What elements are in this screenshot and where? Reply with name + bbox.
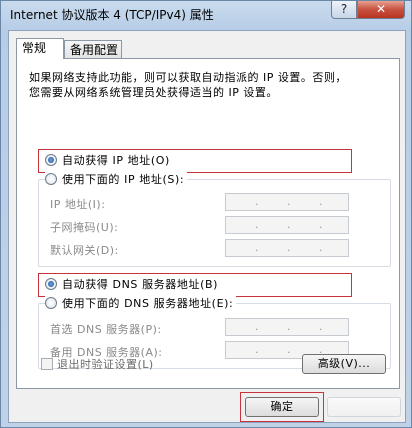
validate-on-exit-label: 退出时验证设置(L): [57, 358, 154, 371]
auto-ip-label: 自动获得 IP 地址(O): [62, 154, 170, 167]
cancel-button[interactable]: [327, 397, 401, 417]
description-line-2: 您需要从网络系统管理员处获得适当的 IP 设置。: [29, 86, 278, 99]
manual-dns-label: 使用下面的 DNS 服务器地址(E):: [62, 297, 234, 310]
dialog-window: Internet 协议版本 4 (TCP/IPv4) 属性 ? ✕ 常规 备用配…: [0, 0, 412, 428]
dialog-client-area: 常规 备用配置 如果网络支持此功能，则可以获取自动指派的 IP 设置。否则， 您…: [8, 30, 406, 423]
validate-on-exit-checkbox[interactable]: 退出时验证设置(L): [41, 356, 154, 372]
ip-address-label: IP 地址(I):: [50, 198, 106, 211]
subnet-mask-label: 子网掩码(U):: [50, 221, 119, 234]
preferred-dns-input[interactable]: ...: [225, 318, 349, 336]
advanced-button[interactable]: 高级(V)...: [302, 354, 386, 374]
description-line-1: 如果网络支持此功能，则可以获取自动指派的 IP 设置。否则，: [29, 71, 347, 84]
default-gateway-label: 默认网关(D):: [50, 244, 119, 257]
preferred-dns-label: 首选 DNS 服务器(P):: [50, 323, 162, 336]
window-title: Internet 协议版本 4 (TCP/IPv4) 属性: [10, 8, 214, 22]
radio-manual-dns[interactable]: 使用下面的 DNS 服务器地址(E):: [45, 295, 237, 313]
close-button[interactable]: ✕: [357, 1, 405, 19]
radio-unchecked-icon: [45, 173, 57, 185]
general-tab-panel: 如果网络支持此功能，则可以获取自动指派的 IP 设置。否则， 您需要从网络系统管…: [16, 58, 400, 389]
checkbox-unchecked-icon: [41, 358, 53, 370]
radio-auto-ip[interactable]: 自动获得 IP 地址(O): [45, 152, 170, 170]
subnet-mask-input[interactable]: ...: [225, 216, 349, 234]
ok-button[interactable]: 确定: [245, 397, 319, 417]
ip-address-input[interactable]: ...: [225, 193, 349, 211]
tab-general[interactable]: 常规: [16, 38, 64, 59]
title-bar[interactable]: Internet 协议版本 4 (TCP/IPv4) 属性 ? ✕: [1, 1, 411, 27]
manual-ip-label: 使用下面的 IP 地址(S):: [62, 173, 185, 186]
help-button[interactable]: ?: [331, 1, 357, 19]
radio-checked-icon: [45, 278, 57, 290]
radio-auto-dns[interactable]: 自动获得 DNS 服务器地址(B): [45, 276, 218, 294]
auto-dns-label: 自动获得 DNS 服务器地址(B): [62, 278, 219, 291]
radio-unchecked-icon: [45, 297, 57, 309]
tab-alternate-configuration[interactable]: 备用配置: [64, 40, 122, 59]
description-text: 如果网络支持此功能，则可以获取自动指派的 IP 设置。否则， 您需要从网络系统管…: [29, 70, 389, 100]
radio-manual-ip[interactable]: 使用下面的 IP 地址(S):: [45, 171, 188, 189]
default-gateway-input[interactable]: ...: [225, 239, 349, 257]
radio-checked-icon: [45, 154, 57, 166]
